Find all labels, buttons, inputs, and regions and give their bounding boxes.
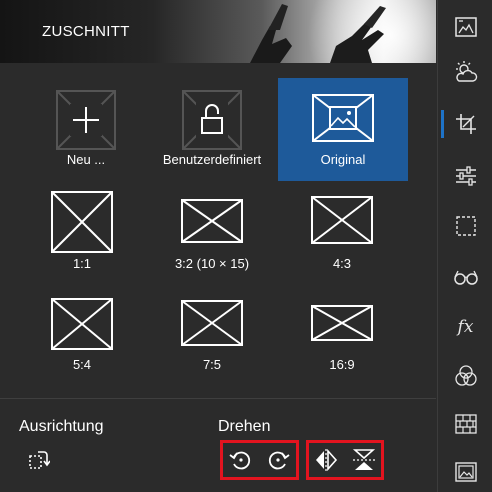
fx-icon: fx [457, 317, 474, 337]
orientation-button[interactable] [24, 446, 52, 474]
flip-vertical-icon [352, 449, 376, 470]
rotate-right-icon [268, 451, 290, 470]
crop-preset-original[interactable]: Original [278, 78, 408, 181]
crop-preset-4-3[interactable]: 4:3 [277, 187, 407, 290]
glasses-icon [453, 270, 478, 285]
sidebar-item-texture[interactable] [438, 404, 492, 444]
sidebar-item-enhance[interactable] [438, 7, 492, 47]
flip-vertical-button[interactable] [350, 446, 378, 474]
sidebar-item-fx[interactable]: fx [438, 307, 492, 347]
crop-preset-5-4[interactable]: 5:4 [17, 291, 147, 394]
aspect-frame-icon [51, 298, 113, 350]
color-circles-icon [454, 365, 477, 386]
flip-horizontal-icon [316, 448, 338, 472]
aspect-frame-icon [311, 305, 373, 341]
sidebar-item-effects[interactable] [438, 257, 492, 297]
rotate-label: Drehen [218, 418, 271, 435]
crop-preset-label: Original [320, 152, 366, 167]
sidebar-item-selection[interactable] [438, 206, 492, 246]
tool-sidebar: fx [437, 0, 492, 492]
crop-preset-1-1[interactable]: 1:1 [17, 187, 147, 290]
sidebar-item-gallery[interactable] [438, 452, 492, 492]
flip-horizontal-button[interactable] [312, 446, 340, 474]
orientation-label: Ausrichtung [19, 418, 104, 435]
panel-title: ZUSCHNITT [42, 23, 130, 40]
adjust-sliders-icon [455, 166, 476, 186]
active-indicator [441, 110, 444, 138]
crop-panel: ZUSCHNITT Neu ... Benutzerdefiniert Orig… [0, 0, 436, 492]
gallery-icon [454, 462, 477, 482]
crop-preset-custom[interactable]: Benutzerdefiniert [147, 78, 277, 181]
unlock-icon [182, 90, 242, 150]
aspect-frame-icon [181, 199, 243, 243]
sidebar-item-color[interactable] [438, 356, 492, 396]
weather-icon [455, 61, 477, 82]
crop-preset-label: 16:9 [329, 357, 355, 372]
rotate-left-icon [229, 451, 251, 470]
texture-icon [454, 414, 477, 434]
sidebar-item-adjust[interactable] [438, 156, 492, 196]
flip-button-group [306, 440, 384, 480]
selection-icon [455, 216, 476, 236]
crop-preset-label: 5:4 [72, 357, 92, 372]
crop-preset-label: 1:1 [72, 256, 92, 271]
crop-preset-16-9[interactable]: 16:9 [277, 291, 407, 394]
crop-preset-3-2[interactable]: 3:2 (10 × 15) [147, 187, 277, 290]
crop-preset-label: 3:2 (10 × 15) [174, 256, 250, 271]
image-enhance-icon [454, 17, 477, 37]
aspect-frame-icon [181, 300, 243, 346]
crop-preset-label: Neu ... [66, 152, 106, 167]
crop-preset-label: 7:5 [202, 357, 222, 372]
rotate-button-group [220, 440, 299, 480]
crop-preset-7-5[interactable]: 7:5 [147, 291, 277, 394]
sidebar-item-light[interactable] [438, 52, 492, 92]
crop-preset-label: Benutzerdefiniert [162, 152, 262, 167]
panel-header: ZUSCHNITT [0, 0, 436, 63]
image-icon [312, 94, 374, 142]
aspect-frame-icon [311, 196, 373, 244]
crop-preset-new[interactable]: Neu ... [21, 78, 151, 181]
add-icon [56, 90, 116, 150]
crop-preset-label: 4:3 [332, 256, 352, 271]
rotate-left-button[interactable] [226, 446, 254, 474]
aspect-frame-icon [51, 191, 113, 253]
sidebar-item-crop[interactable] [438, 104, 492, 144]
section-divider [0, 398, 436, 399]
rotate-right-button[interactable] [265, 446, 293, 474]
crop-icon [455, 114, 476, 134]
orientation-icon [29, 451, 50, 469]
